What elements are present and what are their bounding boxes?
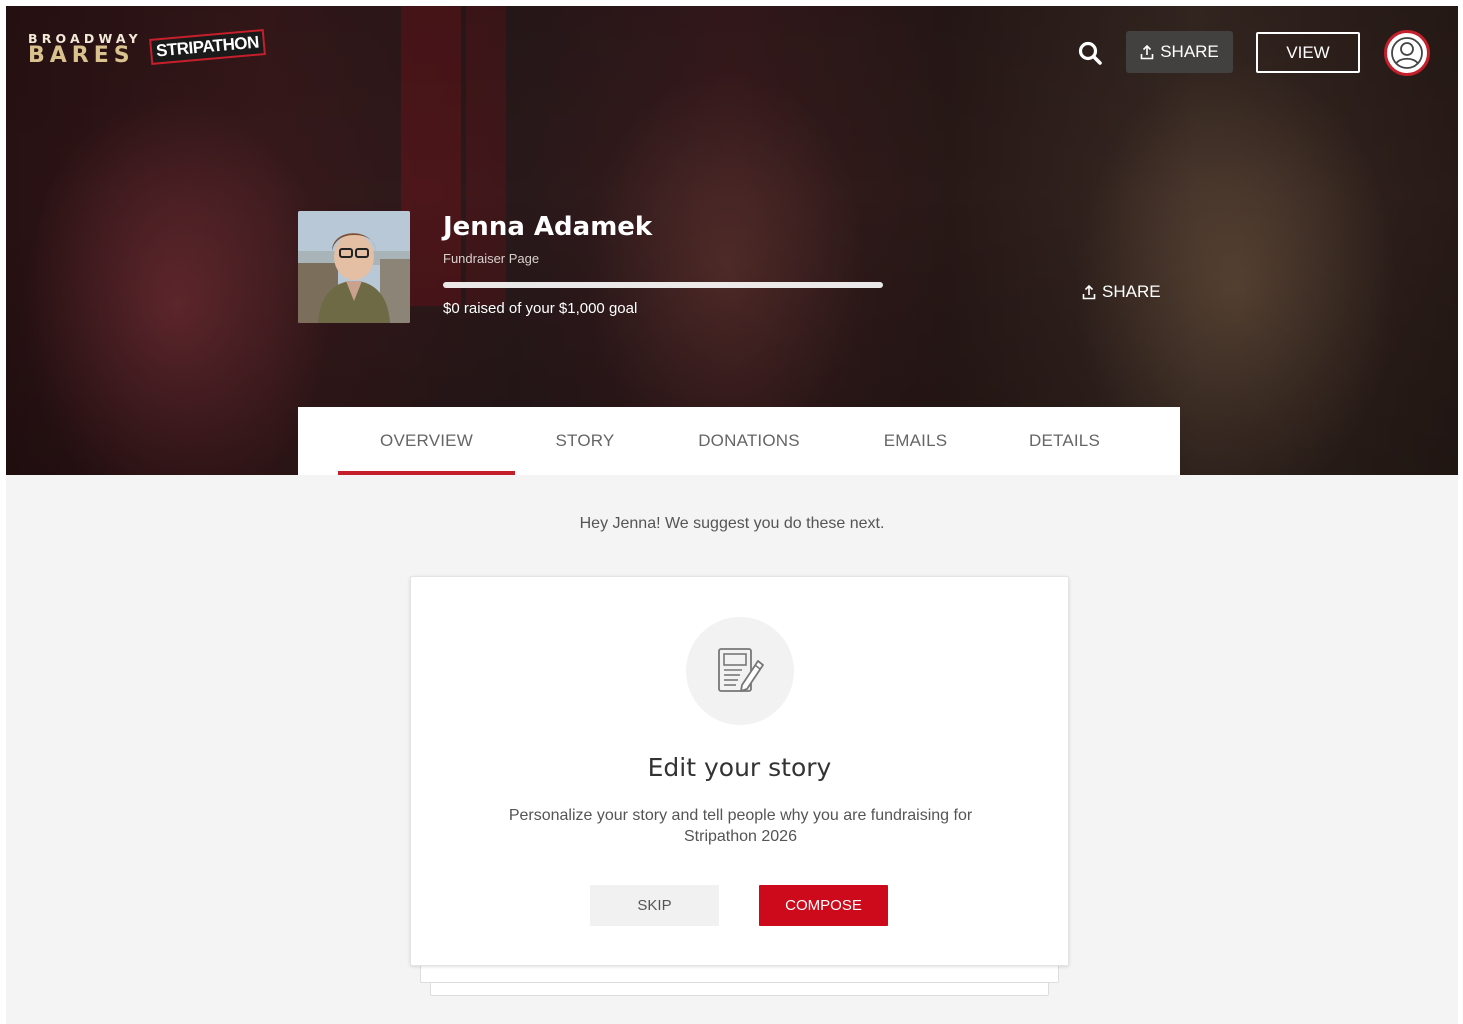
skip-button[interactable]: SKIP (590, 885, 719, 926)
share-button-label: SHARE (1160, 42, 1219, 61)
card-icon-circle (686, 617, 794, 725)
tab-story[interactable]: STORY (515, 407, 655, 475)
search-button[interactable] (1074, 37, 1106, 69)
tab-label: DONATIONS (698, 431, 800, 450)
share-link-label: SHARE (1102, 282, 1161, 301)
tab-label: STORY (555, 431, 615, 450)
site-logo[interactable]: BROADWAY BARES STRIPATHON (28, 29, 266, 67)
search-icon (1078, 41, 1102, 65)
logo-badge: STRIPATHON (148, 29, 266, 65)
tab-emails[interactable]: EMAILS (843, 407, 988, 475)
tab-label: EMAILS (883, 431, 948, 450)
fundraising-progress-bar (443, 282, 883, 288)
profile-photo (298, 211, 410, 323)
profile-photo-image (298, 211, 410, 323)
tab-donations[interactable]: DONATIONS (655, 407, 843, 475)
view-button-label: VIEW (1286, 42, 1330, 62)
share-link-profile[interactable]: SHARE (1082, 282, 1161, 302)
page-frame: BROADWAY BARES STRIPATHON SHARE VIEW Jen… (6, 6, 1458, 1024)
card-title: Edit your story (647, 753, 832, 782)
user-avatar-button[interactable] (1384, 30, 1430, 76)
card-description: Personalize your story and tell people w… (508, 807, 973, 845)
tab-details[interactable]: DETAILS (988, 407, 1141, 475)
fundraising-progress-text: $0 raised of your $1,000 goal (443, 300, 638, 317)
share-upload-icon (1082, 284, 1096, 299)
hero-overlay (6, 6, 1458, 475)
edit-document-icon (718, 648, 764, 692)
tab-label: OVERVIEW (380, 431, 473, 450)
share-upload-icon (1140, 44, 1154, 59)
page-tabs: OVERVIEW STORY DONATIONS EMAILS DETAILS (298, 407, 1180, 475)
suggestion-intro: Hey Jenna! We suggest you do these next. (579, 515, 885, 532)
fundraiser-subtitle: Fundraiser Page (443, 251, 540, 266)
compose-button[interactable]: COMPOSE (759, 885, 888, 926)
tab-label: DETAILS (1029, 431, 1100, 450)
hero-banner: BROADWAY BARES STRIPATHON SHARE VIEW Jen… (6, 6, 1458, 475)
logo-wordmark: BROADWAY BARES (28, 32, 142, 67)
tab-overview[interactable]: OVERVIEW (338, 407, 515, 475)
fundraiser-name: Jenna Adamek (443, 212, 653, 242)
logo-bottom-text: BARES (28, 43, 135, 68)
view-button[interactable]: VIEW (1256, 32, 1360, 73)
suggestion-card: Edit your story Personalize your story a… (410, 576, 1069, 966)
share-button-top[interactable]: SHARE (1126, 31, 1233, 73)
user-icon (1391, 37, 1423, 69)
